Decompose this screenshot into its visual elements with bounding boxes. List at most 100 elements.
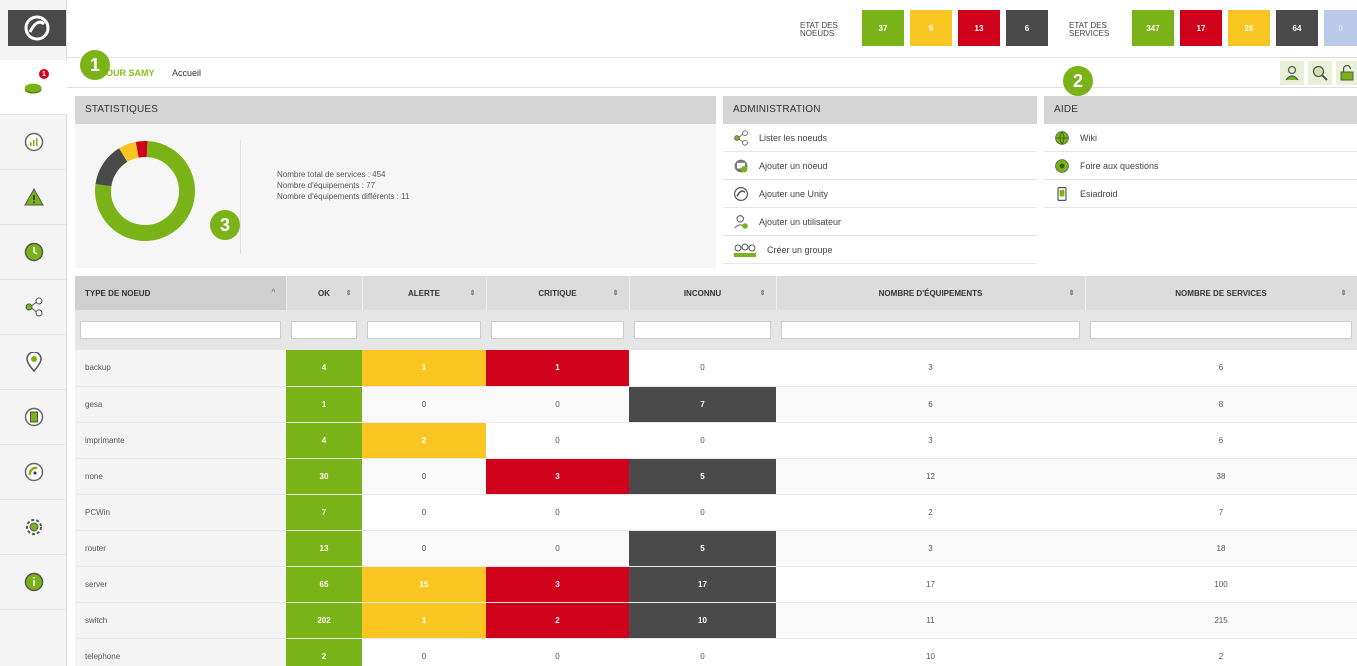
cell-node-type[interactable]: server	[75, 566, 286, 603]
cell-node-type[interactable]: router	[75, 530, 286, 567]
logout-button[interactable]	[1336, 61, 1357, 85]
column-header-alert[interactable]: ALERTE ⇕	[362, 276, 487, 310]
sort-icon: ⇕	[612, 290, 619, 297]
nodes-critical-count[interactable]: 13	[958, 10, 1000, 46]
add-node-link[interactable]: Ajouter un noeud	[723, 152, 1037, 180]
cell-unknown: 17	[629, 566, 776, 603]
add-node-icon	[734, 159, 748, 172]
cell-node-type[interactable]: switch	[75, 602, 286, 639]
wiki-label: Wiki	[1080, 132, 1097, 143]
cell-node-type[interactable]: backup	[75, 350, 286, 387]
table-row[interactable]: PCWin 7 0 0 0 2 7	[75, 494, 1357, 531]
filter-row	[75, 310, 1357, 350]
esiadroid-link[interactable]: Esiadroid	[1044, 180, 1357, 208]
cell-node-type[interactable]: PCWin	[75, 494, 286, 531]
filter-alert-input[interactable]	[367, 321, 481, 339]
faq-label: Foire aux questions	[1080, 160, 1159, 171]
equipment-types-text: Nombre d'équipements différents : 11	[277, 192, 410, 201]
wiki-link[interactable]: Wiki	[1044, 124, 1357, 152]
unity-icon	[734, 186, 748, 201]
table-row[interactable]: switch 202 1 2 10 11 215	[75, 602, 1357, 639]
search-button[interactable]	[1308, 61, 1332, 85]
help-panel: AIDE Wiki Foire aux questions Esiadroid	[1044, 96, 1357, 208]
user-profile-button[interactable]	[1280, 61, 1304, 85]
faq-link[interactable]: Foire aux questions	[1044, 152, 1357, 180]
table-row[interactable]: none 30 0 3 5 12 38	[75, 458, 1357, 495]
table-row[interactable]: backup 4 1 1 0 3 6	[75, 350, 1357, 387]
statistics-body: Nombre total de services : 454 Nombre d'…	[75, 124, 716, 268]
nodes-unknown-count[interactable]: 6	[1006, 10, 1048, 46]
services-unknown-count[interactable]: 64	[1276, 10, 1318, 46]
column-header-label: NOMBRE DE SERVICES	[1175, 288, 1267, 298]
cell-ok: 7	[286, 494, 362, 531]
statistics-panel: STATISTIQUES Nombre total de services : …	[75, 96, 716, 268]
cell-equipment-count: 17	[776, 566, 1085, 603]
sidebar-item-history[interactable]	[0, 225, 67, 280]
administration-list: Lister les noeuds Ajouter un noeud Ajout…	[723, 124, 1037, 264]
column-header-node-type[interactable]: TYPE DE NOEUD ^	[75, 276, 287, 310]
create-group-link[interactable]: Créer un groupe	[723, 236, 1037, 264]
sidebar-item-warnings[interactable]	[0, 170, 67, 225]
sidebar-item-statistics[interactable]	[0, 115, 67, 170]
cell-node-type[interactable]: telephone	[75, 638, 286, 666]
services-warning-count[interactable]: 26	[1228, 10, 1270, 46]
app-logo[interactable]	[8, 10, 66, 46]
cell-services-count: 38	[1085, 458, 1357, 495]
cell-equipment-count: 3	[776, 422, 1085, 459]
table-row[interactable]: server 65 15 3 17 17 100	[75, 566, 1357, 603]
services-ok-count[interactable]: 347	[1132, 10, 1174, 46]
breadcrumb-home[interactable]: Accueil	[172, 68, 201, 78]
filter-ok-input[interactable]	[291, 321, 357, 339]
gear-icon	[25, 519, 42, 535]
administration-panel: ADMINISTRATION Lister les noeuds Ajouter…	[723, 96, 1037, 268]
column-header-equipment-count[interactable]: NOMBRE D'ÉQUIPEMENTS ⇕	[776, 276, 1086, 310]
cell-alert: 0	[362, 530, 486, 567]
sidebar-item-alerts[interactable]: 1	[0, 60, 67, 115]
reports-icon	[24, 407, 43, 427]
filter-critical-input[interactable]	[491, 321, 624, 339]
list-nodes-link[interactable]: Lister les noeuds	[723, 124, 1037, 152]
breadcrumb: OUR SAMY Accueil	[67, 58, 1357, 88]
services-critical-count[interactable]: 17	[1180, 10, 1222, 46]
cell-equipment-count: 2	[776, 494, 1085, 531]
table-row[interactable]: imprimante 4 2 0 0 3 6	[75, 422, 1357, 459]
cell-node-type[interactable]: gesa	[75, 386, 286, 423]
cell-unknown: 0	[629, 494, 776, 531]
mobile-phone-icon	[1057, 186, 1067, 201]
statistics-summary: Nombre total de services : 454 Nombre d'…	[277, 169, 409, 202]
services-pending-count[interactable]: 0	[1324, 10, 1357, 46]
column-header-services-count[interactable]: NOMBRE DE SERVICES ⇕	[1085, 276, 1357, 310]
column-header-critical[interactable]: CRITIQUE ⇕	[486, 276, 630, 310]
sidebar-item-map[interactable]	[0, 335, 67, 390]
cell-node-type[interactable]: imprimante	[75, 422, 286, 459]
column-header-ok[interactable]: OK ⇕	[286, 276, 363, 310]
cell-node-type[interactable]: none	[75, 458, 286, 495]
table-row[interactable]: gesa 1 0 0 7 6 8	[75, 386, 1357, 423]
donut-slice-critique	[135, 141, 148, 158]
sidebar-item-reports[interactable]	[0, 390, 67, 445]
filter-unknown-input[interactable]	[634, 321, 771, 339]
cell-critical: 1	[486, 350, 629, 387]
cell-unknown: 0	[629, 638, 776, 666]
filter-node-type-input[interactable]	[80, 321, 281, 339]
cell-critical: 2	[486, 602, 629, 639]
nodes-warning-count[interactable]: 9	[910, 10, 952, 46]
add-unity-link[interactable]: Ajouter une Unity	[723, 180, 1037, 208]
donut-slice-alerte	[119, 141, 140, 163]
add-user-link[interactable]: Ajouter un utilisateur	[723, 208, 1037, 236]
nodes-ok-count[interactable]: 37	[862, 10, 904, 46]
filter-equipment-input[interactable]	[781, 321, 1080, 339]
filter-services-input[interactable]	[1090, 321, 1352, 339]
table-row[interactable]: telephone 2 0 0 0 10 2	[75, 638, 1357, 666]
node-types-table: TYPE DE NOEUD ^ OK ⇕ ALERTE ⇕ CRITIQUE ⇕ INC…	[75, 276, 1357, 666]
column-header-unknown[interactable]: INCONNU ⇕	[629, 276, 777, 310]
user-link[interactable]: OUR SAMY	[106, 68, 155, 78]
table-header-row: TYPE DE NOEUD ^ OK ⇕ ALERTE ⇕ CRITIQUE ⇕ INC…	[75, 276, 1357, 310]
sidebar-item-info[interactable]	[0, 555, 67, 610]
table-row[interactable]: router 13 0 0 5 3 18	[75, 530, 1357, 567]
sidebar-item-settings[interactable]	[0, 500, 67, 555]
sidebar-item-nodes[interactable]	[0, 280, 67, 335]
sort-icon: ⇕	[469, 290, 476, 297]
filter-cell	[776, 310, 1085, 350]
sidebar-item-satellite[interactable]	[0, 445, 67, 500]
